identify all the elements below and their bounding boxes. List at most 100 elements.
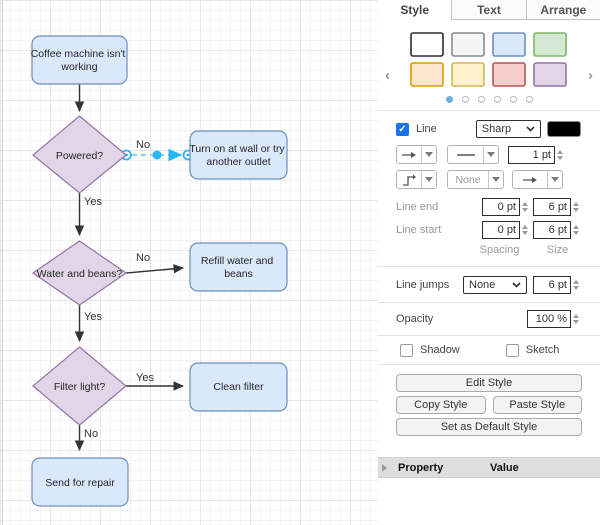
pagination-dot-active[interactable] [446, 96, 453, 103]
node-powered[interactable]: Powered? [33, 116, 126, 193]
dropdown-caret[interactable] [421, 146, 436, 163]
style-buttons-section: Edit Style Copy Style Paste Style Set as… [378, 365, 600, 446]
style-swatch-orange[interactable] [410, 62, 444, 87]
stepper-down-icon[interactable] [557, 156, 563, 160]
line-width-input[interactable]: 1 pt [508, 146, 555, 164]
line-start-size-input[interactable]: 6 pt [533, 221, 571, 239]
edge-label-no: No [84, 428, 98, 440]
disclosure-triangle-icon[interactable] [382, 464, 387, 472]
arrow-right-icon [513, 171, 547, 188]
copy-style-button[interactable]: Copy Style [396, 396, 486, 414]
edge-label-no: No [136, 139, 150, 151]
carousel-next-icon[interactable]: › [588, 68, 593, 83]
arrow-end-style-button[interactable] [512, 170, 563, 189]
style-swatch-gray[interactable] [451, 32, 485, 57]
page-edge-line [2, 0, 3, 525]
line-end-size-stepper[interactable] [573, 202, 581, 212]
stepper-up-icon[interactable] [573, 314, 579, 318]
paste-style-button[interactable]: Paste Style [493, 396, 583, 414]
solid-line-icon [448, 146, 483, 163]
edit-style-button[interactable]: Edit Style [396, 374, 582, 392]
stepper-up-icon[interactable] [522, 202, 528, 206]
stepper-up-icon[interactable] [557, 150, 563, 154]
node-send-repair[interactable]: Send for repair [32, 458, 128, 506]
svg-text:Water and beans?: Water and beans? [37, 268, 123, 280]
style-swatch-white[interactable] [410, 32, 444, 57]
dropdown-caret[interactable] [421, 171, 436, 188]
edge-water-no[interactable] [126, 268, 183, 273]
stepper-down-icon[interactable] [522, 231, 528, 235]
style-swatch-blue[interactable] [492, 32, 526, 57]
stepper-up-icon[interactable] [522, 225, 528, 229]
node-water-beans[interactable]: Water and beans? [33, 241, 126, 305]
stepper-down-icon[interactable] [522, 208, 528, 212]
svg-text:Clean filter: Clean filter [213, 381, 264, 393]
line-color-swatch[interactable] [547, 121, 581, 137]
pagination-dot[interactable] [494, 96, 501, 103]
node-turn-on[interactable]: Turn on at wall or try another outlet [189, 131, 287, 179]
dropdown-caret[interactable] [547, 171, 562, 188]
caret-down-icon [551, 177, 559, 182]
line-end-spacing-input[interactable]: 0 pt [482, 198, 520, 216]
format-panel: Style Text Arrange ‹ › [378, 0, 600, 525]
stepper-down-icon[interactable] [573, 208, 579, 212]
pagination-dot[interactable] [478, 96, 485, 103]
opacity-stepper[interactable] [573, 314, 581, 324]
line-stroke-style-button[interactable] [447, 145, 499, 164]
set-default-style-button[interactable]: Set as Default Style [396, 418, 582, 436]
line-start-size-stepper[interactable] [573, 225, 581, 235]
line-width-stepper[interactable] [557, 150, 565, 160]
line-start-spacing-input[interactable]: 0 pt [482, 221, 520, 239]
dropdown-caret[interactable] [483, 146, 498, 163]
stepper-down-icon[interactable] [573, 231, 579, 235]
style-swatch-red[interactable] [492, 62, 526, 87]
line-jumps-size-input[interactable]: 6 pt [533, 276, 571, 294]
arrow-start-style-button[interactable]: None [447, 170, 504, 189]
edge-midpoint-handle[interactable] [153, 151, 162, 160]
line-end-spacing-stepper[interactable] [522, 202, 530, 212]
shadow-checkbox[interactable] [400, 344, 413, 357]
tab-text[interactable]: Text [451, 0, 525, 20]
line-jumps-label: Line jumps [396, 279, 449, 291]
property-grid-header[interactable]: Property Value [378, 457, 600, 478]
stepper-up-icon[interactable] [573, 280, 579, 284]
edge-powered-no-selected[interactable] [122, 151, 193, 160]
stepper-up-icon[interactable] [573, 202, 579, 206]
line-checkbox[interactable]: ✓ [396, 123, 409, 136]
size-caption: Size [534, 244, 581, 256]
edge-label-yes: Yes [84, 196, 102, 208]
style-swatch-grid [410, 32, 568, 87]
style-swatch-yellow[interactable] [451, 62, 485, 87]
pagination-dot[interactable] [526, 96, 533, 103]
node-start[interactable]: Coffee machine isn't working [31, 36, 129, 84]
tab-arrange[interactable]: Arrange [526, 0, 600, 20]
caret-down-icon [492, 177, 500, 182]
tab-style[interactable]: Style [378, 0, 451, 20]
carousel-prev-icon[interactable]: ‹ [385, 68, 390, 83]
arrow-start-none-label: None [448, 171, 488, 188]
connection-arrow-button[interactable] [396, 145, 437, 164]
node-refill[interactable]: Refill water and beans [190, 243, 287, 291]
waypoint-style-button[interactable] [396, 170, 437, 189]
pagination-dot[interactable] [510, 96, 517, 103]
style-presets-section: ‹ › [378, 20, 600, 111]
line-start-spacing-stepper[interactable] [522, 225, 530, 235]
opacity-input[interactable]: 100 % [527, 310, 571, 328]
node-clean-filter[interactable]: Clean filter [190, 363, 287, 411]
stepper-down-icon[interactable] [573, 320, 579, 324]
style-swatch-purple[interactable] [533, 62, 567, 87]
sketch-checkbox[interactable] [506, 344, 519, 357]
pagination-dot[interactable] [462, 96, 469, 103]
stepper-up-icon[interactable] [573, 225, 579, 229]
line-end-size-input[interactable]: 6 pt [533, 198, 571, 216]
line-style-select[interactable]: Sharp [476, 120, 541, 138]
style-swatch-green[interactable] [533, 32, 567, 57]
line-jumps-select[interactable]: None [463, 276, 527, 294]
stepper-down-icon[interactable] [573, 286, 579, 290]
line-jumps-size-stepper[interactable] [573, 280, 581, 290]
node-filter-light[interactable]: Filter light? [33, 347, 126, 425]
line-start-label: Line start [396, 224, 441, 236]
elbow-connector-icon [397, 171, 421, 188]
dropdown-caret[interactable] [488, 171, 503, 188]
diagram-canvas[interactable]: No Yes No Yes Yes No Coffee machine isn'… [0, 0, 378, 525]
